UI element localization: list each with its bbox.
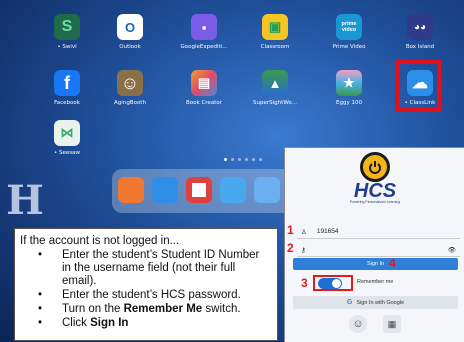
key-icon: ⚷: [301, 246, 306, 254]
eye-icon[interactable]: 👁: [448, 246, 456, 254]
hcs-h-logo: H: [6, 177, 44, 224]
classlink-highlight: [395, 60, 441, 112]
dock: [112, 169, 298, 213]
step-item: Turn on the Remember Me switch.: [38, 303, 271, 316]
chrome-icon[interactable]: [186, 177, 212, 203]
instructions-steps: Enter the student’s Student ID Number in…: [20, 249, 271, 330]
username-field[interactable]: ♙ 191654: [297, 225, 460, 239]
files-icon[interactable]: [152, 177, 178, 203]
step-item: Enter the student’s Student ID Number in…: [38, 249, 271, 288]
step-number-3: 3: [301, 276, 308, 290]
dock-app-icon[interactable]: [254, 177, 280, 203]
face-login-icon[interactable]: ☺: [349, 315, 367, 333]
app-label: Classroom: [260, 44, 290, 50]
app-swivl[interactable]: S • Swivl: [37, 14, 97, 50]
app-classroom[interactable]: ▣ Classroom: [245, 14, 305, 50]
book-creator-icon: ▤: [191, 70, 217, 96]
power-icon: [360, 152, 390, 182]
google-icon: G: [346, 299, 353, 306]
google-signin-button[interactable]: G Sign In with Google: [293, 296, 458, 309]
google-signin-label: Sign In with Google: [356, 299, 405, 306]
user-icon: ♙: [301, 228, 307, 236]
signin-panel: HCS Powering Personalized Learning 1 ♙ 1…: [284, 147, 464, 342]
remember-me-row: 3 Remember me: [291, 275, 461, 291]
step-number-2: 2: [287, 241, 294, 255]
app-label: • Seesaw: [54, 150, 80, 156]
box-island-icon: ◕◕: [407, 14, 433, 40]
app-book-creator[interactable]: ▤ Book Creator: [174, 70, 234, 106]
step-item: Click Sign In: [38, 317, 271, 330]
app-outlook[interactable]: O Outlook: [100, 14, 160, 50]
app-prime-video[interactable]: prime video Prime Video: [319, 14, 379, 50]
qr-code-icon[interactable]: ▦: [383, 315, 401, 333]
app-box-island[interactable]: ◕◕ Box Island: [390, 14, 450, 50]
app-label: AgingBooth: [114, 100, 146, 106]
hcs-tagline: Powering Personalized Learning: [349, 200, 401, 204]
app-agingbooth[interactable]: ☺ AgingBooth: [100, 70, 160, 106]
app-label: Book Creator: [186, 100, 222, 106]
eggy-icon: ★: [336, 70, 362, 96]
step-item: Enter the student’s HCS password.: [38, 289, 271, 302]
step-number-4: 4: [389, 256, 396, 270]
dock-app-icon[interactable]: [118, 177, 144, 203]
classroom-icon: ▣: [262, 14, 288, 40]
app-supersightwords[interactable]: ▲ SuperSightWo...: [245, 70, 305, 106]
app-label: Outlook: [119, 44, 141, 50]
remember-me-label: Remember me: [357, 279, 394, 285]
prime-video-icon: prime video: [336, 14, 362, 40]
username-value: 191654: [316, 228, 339, 235]
app-label: Eggy 100: [336, 100, 362, 106]
app-seesaw[interactable]: ⋈ • Seesaw: [37, 120, 97, 156]
sign-in-button[interactable]: Sign In: [293, 258, 458, 270]
expeditions-icon: ▪: [191, 14, 217, 40]
page-indicator[interactable]: [224, 158, 262, 161]
supersightwords-icon: ▲: [262, 70, 288, 96]
outlook-icon: O: [117, 14, 143, 40]
step-number-1: 1: [287, 223, 294, 237]
app-eggy-100[interactable]: ★ Eggy 100: [319, 70, 379, 106]
app-label: • Swivl: [57, 44, 77, 50]
instructions-intro: If the account is not logged in...: [20, 235, 180, 247]
app-label: SuperSightWo...: [253, 100, 297, 106]
password-field[interactable]: ⚷ 👁: [297, 243, 460, 257]
agingbooth-icon: ☺: [117, 70, 143, 96]
safari-icon[interactable]: [220, 177, 246, 203]
app-label: GoogleExpediti...: [180, 44, 228, 50]
hcs-brand: HCS: [353, 180, 397, 202]
app-google-expeditions[interactable]: ▪ GoogleExpediti...: [174, 14, 234, 50]
facebook-icon: f: [54, 70, 80, 96]
swivl-icon: S: [54, 14, 80, 40]
app-label: Prime Video: [332, 44, 366, 50]
app-label: Box Island: [405, 44, 435, 50]
app-label: Facebook: [54, 100, 80, 106]
app-facebook[interactable]: f Facebook: [37, 70, 97, 106]
seesaw-icon: ⋈: [54, 120, 80, 146]
instructions-callout: If the account is not logged in... Enter…: [14, 228, 278, 341]
remember-me-toggle[interactable]: [318, 278, 342, 289]
hcs-logo: HCS Powering Personalized Learning: [337, 152, 413, 206]
